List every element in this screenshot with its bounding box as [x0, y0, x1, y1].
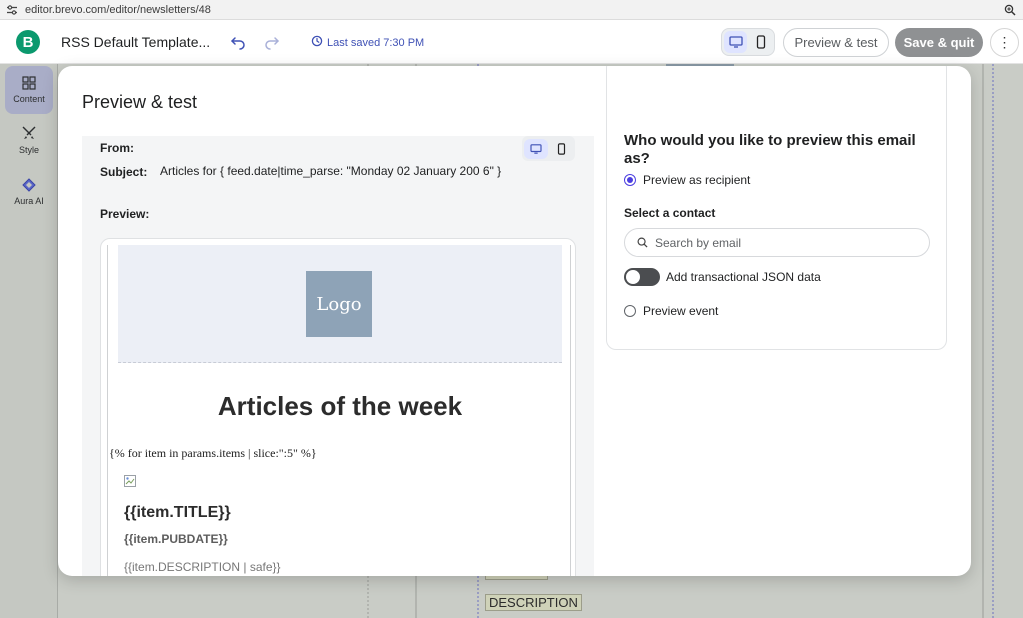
- preview-event-label: Preview event: [643, 304, 719, 318]
- preview-event-option[interactable]: Preview event: [624, 304, 718, 318]
- json-data-toggle[interactable]: [624, 268, 660, 286]
- loop-code-text: {% for item in params.items | slice:":5"…: [109, 446, 317, 460]
- grid-icon: [22, 76, 36, 90]
- save-status: Last saved 7:30 PM: [311, 34, 424, 52]
- mobile-view-button[interactable]: [749, 31, 772, 53]
- preview-question: Who would you like to preview this email…: [624, 132, 916, 167]
- redo-icon[interactable]: [263, 33, 281, 51]
- json-toggle-label: Add transactional JSON data: [666, 270, 821, 284]
- email-heading: Articles of the week: [217, 391, 463, 421]
- save-quit-button[interactable]: Save & quit: [895, 28, 983, 57]
- item-description-text: {{item.DESCRIPTION | safe}}: [124, 560, 281, 574]
- broken-image-icon: [124, 474, 136, 487]
- rail-item-label: Aura AI: [14, 196, 44, 206]
- desktop-icon: [530, 143, 542, 154]
- email-header-block: Logo: [118, 245, 562, 363]
- device-toggle: [721, 28, 775, 56]
- left-rail: Content Style Aura AI: [0, 64, 58, 618]
- rail-item-content[interactable]: Content: [5, 66, 53, 114]
- background-description-tag: DESCRIPTION: [485, 594, 582, 611]
- rail-item-style[interactable]: Style: [5, 116, 53, 164]
- preview-as-recipient-label: Preview as recipient: [643, 173, 751, 187]
- preview-test-button[interactable]: Preview & test: [783, 28, 889, 57]
- more-options-button[interactable]: ⋮: [990, 28, 1019, 57]
- radio-unchecked[interactable]: [624, 305, 636, 317]
- diamond-icon: [22, 178, 36, 192]
- subject-label: Subject:: [100, 165, 148, 179]
- search-email-input[interactable]: [655, 235, 905, 250]
- rail-item-aura-ai[interactable]: Aura AI: [5, 168, 53, 216]
- preview-test-modal: Preview & test From: Subject: Articles f…: [58, 66, 971, 576]
- desktop-view-button[interactable]: [724, 31, 747, 53]
- radio-checked[interactable]: [624, 174, 636, 186]
- email-frame: Logo Articles of the week {% for item in…: [100, 238, 576, 576]
- subject-value: Articles for { feed.date|time_parse: "Mo…: [160, 164, 502, 178]
- desktop-icon: [728, 36, 743, 48]
- history-icon: [311, 34, 323, 52]
- contact-search[interactable]: [624, 228, 930, 257]
- undo-icon[interactable]: [229, 33, 247, 51]
- preview-device-toggle: [522, 136, 575, 161]
- editor-topbar: B RSS Default Template... Last saved 7:3…: [0, 20, 1023, 64]
- browser-url-bar: editor.brevo.com/editor/newsletters/48: [0, 0, 1023, 20]
- search-icon: [637, 237, 648, 248]
- email-body: Logo Articles of the week {% for item in…: [107, 245, 571, 576]
- last-saved-text: Last saved 7:30 PM: [327, 37, 425, 49]
- email-logo-placeholder: Logo: [306, 271, 372, 337]
- rail-item-label: Style: [18, 145, 39, 155]
- preview-mobile-button[interactable]: [550, 139, 574, 159]
- brevo-logo[interactable]: B: [16, 30, 40, 54]
- preview-as-recipient-option[interactable]: Preview as recipient: [624, 173, 750, 187]
- site-settings-icon[interactable]: [5, 3, 19, 17]
- preview-options-card: Who would you like to preview this email…: [606, 66, 947, 350]
- zoom-icon[interactable]: [1004, 3, 1018, 17]
- mobile-icon: [756, 35, 765, 49]
- document-title[interactable]: RSS Default Template...: [61, 34, 210, 50]
- mobile-icon: [557, 142, 565, 155]
- select-contact-label: Select a contact: [624, 206, 716, 220]
- modal-title: Preview & test: [82, 92, 198, 112]
- rail-item-label: Content: [13, 94, 45, 104]
- preview-desktop-button[interactable]: [524, 138, 548, 159]
- from-label: From:: [100, 141, 134, 155]
- email-preview-pane[interactable]: From: Subject: Articles for { feed.date|…: [82, 136, 594, 576]
- json-data-toggle-row[interactable]: Add transactional JSON data: [624, 268, 821, 286]
- url-text[interactable]: editor.brevo.com/editor/newsletters/48: [25, 4, 211, 16]
- brush-icon: [22, 126, 36, 139]
- item-pubdate-text: {{item.PUBDATE}}: [124, 532, 228, 546]
- preview-text-label: Preview:: [100, 207, 150, 221]
- item-title-text: {{item.TITLE}}: [124, 504, 231, 521]
